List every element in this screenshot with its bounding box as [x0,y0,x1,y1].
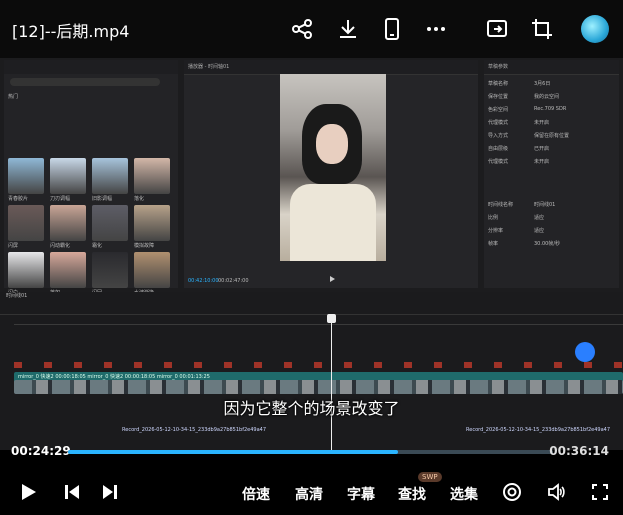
property-key: 代理模式 [488,120,509,126]
fullscreen-icon[interactable] [590,482,610,502]
current-time: 00:24:29 [11,444,71,458]
section-label: 热门 [8,94,19,100]
property-key: 代理模式 [488,159,509,165]
property-key: 分辨率 [488,228,504,234]
preview-time: 00:42:10:00 [188,278,219,284]
property-key: 帧率 [488,241,499,247]
preview-play-icon[interactable] [330,276,335,282]
character-face [316,124,348,164]
control-bar: 倍速 高清 字幕 查找 选集 [0,470,623,515]
play-icon[interactable] [18,482,38,502]
effect-thumbnail[interactable] [92,205,128,241]
playhead[interactable] [331,316,332,450]
timeline-label: 时间线01 [6,293,28,299]
top-bar: [12]--后期.mp4 [0,0,623,58]
end-time: 00:36:14 [549,444,609,458]
effect-label: 霜化 [92,243,103,249]
properties-title: 草稿参数 [484,60,619,75]
preview-panel: 播放器 - 时间轴01 00:42:10:00 00:02:47:00 [184,60,478,288]
video-frame[interactable]: 热门 青春胶片刀刃调幅旧影调幅落化闪屏闪动霸化霜化模拟故障闪白落如闪回水波渐换黄… [0,58,623,450]
quality-button[interactable]: 高清 [295,484,323,504]
effect-thumbnail[interactable] [8,205,44,241]
property-key: 草稿名称 [488,81,509,87]
episodes-button[interactable]: 选集 [450,484,478,504]
effect-thumbnail[interactable] [8,252,44,288]
effect-thumbnail[interactable] [92,252,128,288]
next-icon[interactable] [100,482,120,502]
subtitle: 因为它整个的场景改变了 [223,399,400,418]
crop-icon[interactable] [530,17,554,41]
property-value: 适应 [534,228,545,234]
effect-label: 旧影调幅 [92,196,113,202]
video-title: [12]--后期.mp4 [12,22,130,41]
property-key: 保存位置 [488,94,509,100]
property-value: 时间线01 [534,202,556,208]
effects-search[interactable] [10,78,160,86]
property-value: 保留在原有位置 [534,133,570,139]
effect-thumbnail[interactable] [50,252,86,288]
properties-panel: 草稿参数 草稿名称 3月6日保存位置 我的云空间色彩空间 Rec.709 SDR 代理模… [484,60,619,288]
effect-thumbnail[interactable] [134,205,170,241]
download-icon[interactable] [336,17,360,41]
property-value: 30.00帧/秒 [534,241,560,247]
progress-fill [68,450,398,454]
effect-label: 青春胶片 [8,196,29,202]
effect-label: 刀刃调幅 [50,196,71,202]
cast-icon[interactable] [485,17,509,41]
property-value: 未开启 [534,159,550,165]
property-key: 比例 [488,215,499,221]
volume-icon[interactable] [546,482,566,502]
property-key: 自由层级 [488,146,509,152]
property-value: 适应 [534,215,545,221]
more-icon[interactable] [424,17,448,41]
speed-button[interactable]: 倍速 [242,484,270,504]
preview-duration: 00:02:47:00 [218,278,249,284]
property-key: 时间线名称 [488,202,514,208]
effect-thumbnail[interactable] [50,205,86,241]
timeline-ruler [14,316,623,325]
character-robe [290,184,376,261]
target-icon[interactable] [502,482,522,502]
floating-badge[interactable] [575,342,595,362]
effect-label: 闪屏 [8,243,19,249]
effect-thumbnail[interactable] [8,158,44,194]
effect-label: 模拟故障 [134,243,155,249]
effect-label: 落化 [134,196,145,202]
video-thumbnails[interactable] [14,380,623,394]
effect-thumbnail[interactable] [134,158,170,194]
share-icon[interactable] [290,17,314,41]
timeline-toolbar [0,300,623,315]
phone-icon[interactable] [380,17,404,41]
video-clip-label: mirror_0 快速2 00:00:18:05 mirror_0 快速2 00… [18,374,210,380]
property-value: 3月6日 [534,81,551,87]
find-button[interactable]: 查找 [398,484,426,504]
property-key: 色彩空间 [488,107,509,113]
prev-icon[interactable] [62,482,82,502]
effect-label: 闪动霸化 [50,243,71,249]
progress-bar[interactable] [68,450,553,454]
progress-row: 00:24:29 00:36:14 [0,440,623,462]
effect-thumbnail[interactable] [50,158,86,194]
preview-image [280,74,386,261]
effect-thumbnail[interactable] [134,252,170,288]
captions-button[interactable]: 字幕 [347,484,375,504]
property-value: 我的云空间 [534,94,560,100]
swp-badge: SWP [418,472,442,482]
playhead-handle[interactable] [327,314,336,323]
avatar-icon[interactable] [581,15,609,43]
effects-tabs [4,60,178,74]
effect-thumbnail[interactable] [92,158,128,194]
property-value: 已开启 [534,146,550,152]
audio-clip-2: Record_2026-05-12-10-34-15_233db9a27b851… [466,427,611,433]
property-value: Rec.709 SDR [534,106,567,112]
audio-clip-1: Record_2026-05-12-10-34-15_233db9a27b851… [122,427,267,433]
property-key: 导入方式 [488,133,509,139]
property-value: 未开启 [534,120,550,126]
preview-title: 播放器 - 时间轴01 [184,60,478,75]
markers-row [14,362,623,368]
